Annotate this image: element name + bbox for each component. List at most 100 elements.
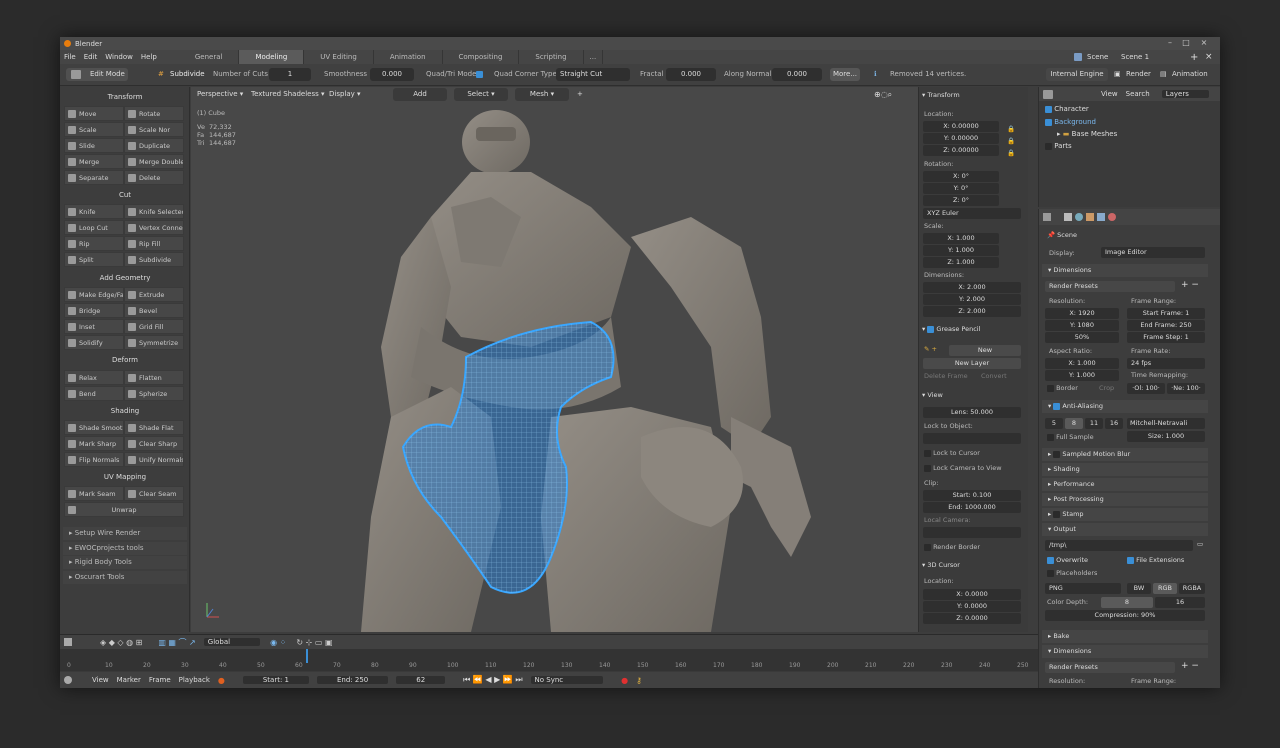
outliner-item-base-meshes[interactable]: ▸ ▬ Base Meshes [1057, 130, 1117, 138]
keying-set-icon[interactable]: ⚷ [636, 676, 642, 685]
add-region-icon[interactable]: + [577, 88, 583, 101]
color-rgb-button[interactable]: RGB [1153, 583, 1177, 594]
3d-cursor-header[interactable]: ▾ 3D Cursor [922, 559, 1026, 571]
playback-controls[interactable]: ⏮ ⏪ ◀ ▶ ⏩ ⏭ [463, 675, 522, 685]
full-sample-option[interactable]: Full Sample [1047, 433, 1094, 441]
make-edge-button[interactable]: Make Edge/Fac [64, 287, 124, 302]
rotation-y-field[interactable]: Y: 0° [923, 183, 999, 194]
modifier-tab-icon[interactable] [1097, 213, 1105, 221]
view-type-icon[interactable] [64, 638, 72, 646]
new-layer-button[interactable]: New Layer [923, 358, 1021, 369]
proportional-icons[interactable]: ↻ ⊹ ▭ ▣ [296, 638, 332, 647]
lock-camera-option[interactable]: Lock Camera to View [924, 464, 1002, 472]
move-button[interactable]: Move [64, 106, 124, 121]
view-nav-icons[interactable]: ⊕◌⌕ [874, 88, 892, 101]
cuts-field[interactable]: 1 [269, 68, 311, 81]
snap-mode-icons[interactable]: ▥ ▦ ⌒ ↗ [158, 637, 195, 648]
start-frame-field[interactable]: Start Frame: 1 [1127, 308, 1205, 319]
editor-type-icon[interactable] [1043, 89, 1053, 99]
anti-aliasing-header[interactable]: ▾ Anti-Aliasing [1042, 400, 1208, 413]
color-depth-8[interactable]: 8 [1101, 597, 1153, 608]
aa-samples-11[interactable]: 11 [1085, 418, 1103, 429]
mode-selector[interactable]: Edit Mode [66, 68, 128, 81]
aa-samples-5[interactable]: 5 [1045, 418, 1063, 429]
more-button[interactable]: More... [830, 68, 860, 81]
flatten-button[interactable]: Flatten [124, 370, 184, 385]
timeline-playback-menu[interactable]: Playback [179, 676, 210, 684]
delete-button[interactable]: Delete [124, 170, 184, 185]
subdivide-button[interactable]: Subdivide [124, 252, 184, 267]
relax-button[interactable]: Relax [64, 370, 124, 385]
file-extensions-option[interactable]: File Extensions [1127, 556, 1184, 564]
render-presets-select-2[interactable]: Render Presets [1045, 662, 1175, 673]
delete-frame-button[interactable]: Delete Frame [924, 372, 968, 380]
rotation-x-field[interactable]: X: 0° [923, 171, 999, 182]
extrude-button[interactable]: Extrude [124, 287, 184, 302]
dimensions-panel-header[interactable]: ▾ Dimensions [1042, 264, 1208, 277]
start-frame-timeline-field[interactable]: Start: 1 [242, 676, 309, 684]
scale-nor-button[interactable]: Scale Nor [124, 122, 184, 137]
panel-oscurart-tools[interactable]: ▸ Oscurart Tools [63, 571, 187, 584]
close-icon[interactable]: × [1198, 38, 1210, 47]
add-preset-icon-2[interactable]: + − [1181, 661, 1199, 671]
mark-seam-button[interactable]: Mark Seam [64, 486, 124, 501]
menu-help[interactable]: Help [137, 53, 161, 61]
resolution-percent-field[interactable]: 50% [1045, 332, 1119, 343]
resolution-x-field[interactable]: X: 1920 [1045, 308, 1119, 319]
timeline-frame-menu[interactable]: Frame [149, 676, 171, 684]
output-path-field[interactable]: /tmp\ [1045, 540, 1193, 551]
rip-fill-button[interactable]: Rip Fill [124, 236, 184, 251]
world-tab-icon[interactable] [1075, 213, 1083, 221]
quad-tri-checkbox[interactable] [476, 71, 483, 78]
record-icon[interactable]: ● [218, 676, 225, 685]
clear-seam-button[interactable]: Clear Seam [124, 486, 184, 501]
remove-scene-icon[interactable]: × [1205, 52, 1213, 62]
flip-normals-button[interactable]: Flip Normals [64, 452, 124, 467]
current-frame-field[interactable]: 62 [396, 676, 446, 684]
menu-file[interactable]: File [60, 53, 80, 61]
corner-type-select[interactable]: Straight Cut [556, 68, 630, 81]
cursor-y-field[interactable]: Y: 0.0000 [923, 601, 1021, 612]
render-border-option[interactable]: Render Border [924, 543, 980, 551]
shading-header[interactable]: ▸ Shading [1042, 463, 1208, 476]
dimension-x-field[interactable]: X: 2.000 [923, 282, 1021, 293]
unify-normals-button[interactable]: Unify Normals [124, 452, 184, 467]
motion-blur-header[interactable]: ▸ Sampled Motion Blur [1042, 448, 1208, 461]
menu-window[interactable]: Window [101, 53, 137, 61]
scale-z-field[interactable]: Z: 1.000 [923, 257, 999, 268]
shade-smooth-button[interactable]: Shade Smooth [64, 420, 124, 435]
add-menu[interactable]: Add [393, 88, 447, 101]
convert-button[interactable]: Convert [981, 372, 1007, 380]
workspace-tab-animation[interactable]: Animation [374, 50, 443, 64]
engine-selector[interactable]: Internal Engine [1046, 68, 1108, 81]
symmetrize-button[interactable]: Symmetrize [124, 335, 184, 350]
render-button[interactable]: Render [1126, 68, 1151, 81]
location-z-field[interactable]: Z: 0.00000 [923, 145, 999, 156]
aspect-x-field[interactable]: X: 1.000 [1045, 358, 1119, 369]
view-header[interactable]: ▾ View [922, 389, 1026, 401]
location-y-field[interactable]: Y: 0.00000 [923, 133, 999, 144]
outliner-view-menu[interactable]: View [1101, 90, 1118, 98]
maximize-icon[interactable]: □ [1180, 38, 1192, 47]
autokey-icon[interactable]: ● [621, 676, 628, 685]
color-depth-16[interactable]: 16 [1155, 597, 1205, 608]
dimensions-header-2[interactable]: ▾ Dimensions [1042, 645, 1208, 658]
dimension-y-field[interactable]: Y: 2.000 [923, 294, 1021, 305]
scale-x-field[interactable]: X: 1.000 [923, 233, 999, 244]
display-select[interactable]: Image Editor [1101, 247, 1205, 258]
bend-button[interactable]: Bend [64, 386, 124, 401]
color-rgba-button[interactable]: RGBA [1179, 583, 1205, 594]
outliner-item-parts[interactable]: Parts [1045, 142, 1072, 150]
select-mode-icons[interactable]: ◈ ◆ ◇ ◍ ⊞ [100, 638, 142, 647]
scene-selector[interactable]: Scene 1 [1121, 53, 1149, 61]
menu-edit[interactable]: Edit [80, 53, 102, 61]
lock-location-icons[interactable]: 🔒 🔒 🔒 [1007, 123, 1015, 159]
sync-mode-select[interactable]: No Sync [530, 676, 604, 684]
panel-ewocprojects-tools[interactable]: ▸ EWOCprojects tools [63, 542, 187, 555]
aspect-y-field[interactable]: Y: 1.000 [1045, 370, 1119, 381]
n-transform-header[interactable]: ▾ Transform [922, 89, 1026, 101]
slide-button[interactable]: Slide [64, 138, 124, 153]
workspace-tab-scripting[interactable]: Scripting [519, 50, 584, 64]
timeline-editor-icon[interactable] [64, 676, 72, 684]
timeline-marker-menu[interactable]: Marker [117, 676, 141, 684]
